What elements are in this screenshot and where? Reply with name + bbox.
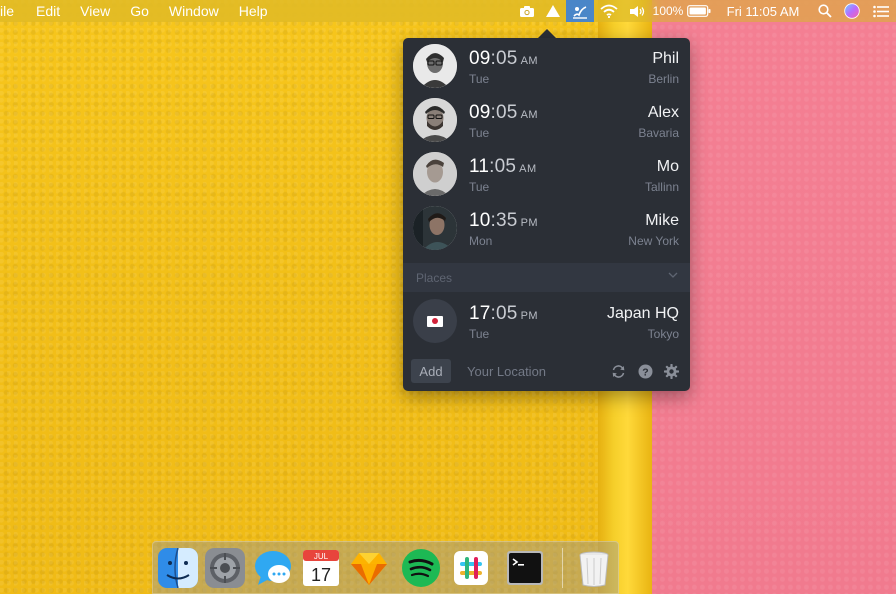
menu-go[interactable]: Go [120, 0, 159, 22]
avatar [413, 152, 457, 196]
time-hour: 10 [469, 210, 491, 231]
calendar-month: JUL [314, 552, 329, 561]
world-clock-popover: 09:05 AM Tue Phil Berlin 09:05 AM Tue Alex… [403, 38, 690, 391]
person-row-alex[interactable]: 09:05 AM Tue Alex Bavaria [403, 93, 690, 147]
time-minutes: :05 [490, 303, 518, 324]
time-minutes: :35 [490, 210, 518, 231]
local-time: 09:05 AM [469, 102, 538, 124]
time-ampm: AM [520, 55, 539, 67]
wifi-icon[interactable] [594, 0, 624, 22]
places-section-header[interactable]: Places [403, 263, 690, 292]
svg-text:?: ? [642, 366, 648, 378]
local-time: 17:05 PM [469, 303, 538, 325]
local-time: 09:05 AM [469, 48, 538, 70]
person-row-mike[interactable]: 10:35 PM Mon Mike New York [403, 201, 690, 255]
person-city: Tallinn [644, 180, 679, 194]
place-row-japan-hq[interactable]: 17:05 PM Tue Japan HQ Tokyo [403, 294, 690, 348]
person-row-phil[interactable]: 09:05 AM Tue Phil Berlin [403, 39, 690, 93]
local-time: 10:35 PM [469, 210, 538, 232]
refresh-icon[interactable] [610, 363, 626, 379]
menu-view[interactable]: View [70, 0, 120, 22]
time-ampm: PM [520, 217, 539, 229]
weekday: Tue [469, 327, 490, 341]
dock: JUL 17 [152, 541, 619, 594]
location-input[interactable] [461, 359, 601, 383]
system-preferences-icon[interactable] [205, 548, 245, 588]
person-row-mo[interactable]: 11:05 AM Tue Mo Tallinn [403, 147, 690, 201]
world-clock-menubar-icon[interactable] [566, 0, 594, 22]
volume-icon[interactable] [624, 0, 652, 22]
weekday: Tue [469, 126, 490, 140]
places-label: Places [416, 271, 453, 285]
avatar [413, 44, 457, 88]
spotlight-search-icon[interactable] [812, 0, 838, 22]
menubar-clock[interactable]: Fri 11:05 AM [714, 0, 812, 22]
sketch-icon[interactable] [349, 548, 389, 588]
menu-window[interactable]: Window [159, 0, 229, 22]
time-ampm: AM [520, 109, 539, 121]
siri-icon[interactable] [838, 0, 866, 22]
avatar [413, 98, 457, 142]
person-city: Bavaria [638, 126, 679, 140]
weekday: Tue [469, 72, 490, 86]
calendar-day: 17 [311, 565, 331, 585]
time-ampm: PM [520, 310, 539, 322]
chevron-down-icon[interactable] [668, 270, 678, 280]
popover-footer: Add ? [403, 351, 690, 391]
finder-icon[interactable] [158, 548, 198, 588]
time-hour: 09 [469, 48, 491, 69]
battery-percent: 100% [652, 4, 684, 18]
drive-triangle-icon[interactable] [540, 0, 566, 22]
person-city: Berlin [648, 72, 679, 86]
dock-separator [562, 548, 563, 588]
notification-center-icon[interactable] [866, 0, 896, 22]
person-name: Alex [647, 104, 679, 121]
weekday: Mon [469, 234, 493, 248]
menu-help[interactable]: Help [229, 0, 278, 22]
person-name: Mike [645, 212, 679, 229]
place-name: Japan HQ [606, 305, 679, 322]
weekday: Tue [469, 180, 490, 194]
spotify-icon[interactable] [401, 548, 441, 588]
menu-bar: ile Edit View Go Window Help 100% Fri 11… [0, 0, 896, 22]
add-button[interactable]: Add [411, 359, 451, 383]
time-minutes: :05 [490, 48, 518, 69]
calendar-icon[interactable]: JUL 17 [301, 548, 341, 588]
popover-caret [538, 29, 556, 38]
time-minutes: :05 [489, 156, 517, 177]
trash-icon[interactable] [574, 548, 614, 588]
avatar [413, 206, 457, 250]
slack-icon[interactable] [451, 548, 491, 588]
person-name: Mo [656, 158, 679, 175]
time-hour: 11 [469, 156, 490, 177]
menu-edit[interactable]: Edit [26, 0, 70, 22]
camera-icon[interactable] [514, 0, 540, 22]
messages-icon[interactable] [253, 548, 293, 588]
battery-icon[interactable] [684, 0, 714, 22]
status-area: 100% Fri 11:05 AM [514, 0, 896, 22]
menu-file[interactable]: ile [0, 0, 26, 22]
help-icon[interactable]: ? [637, 363, 653, 379]
time-hour: 09 [469, 102, 491, 123]
local-time: 11:05 AM [469, 156, 537, 178]
app-menus: ile Edit View Go Window Help [0, 0, 278, 22]
time-minutes: :05 [490, 102, 518, 123]
gear-icon[interactable] [663, 363, 679, 379]
time-hour: 17 [469, 303, 491, 324]
person-city: New York [628, 234, 679, 248]
terminal-icon[interactable] [505, 548, 545, 588]
place-city: Tokyo [647, 327, 679, 341]
japan-flag-icon [413, 299, 457, 343]
person-name: Phil [652, 50, 679, 67]
time-ampm: AM [519, 163, 537, 175]
